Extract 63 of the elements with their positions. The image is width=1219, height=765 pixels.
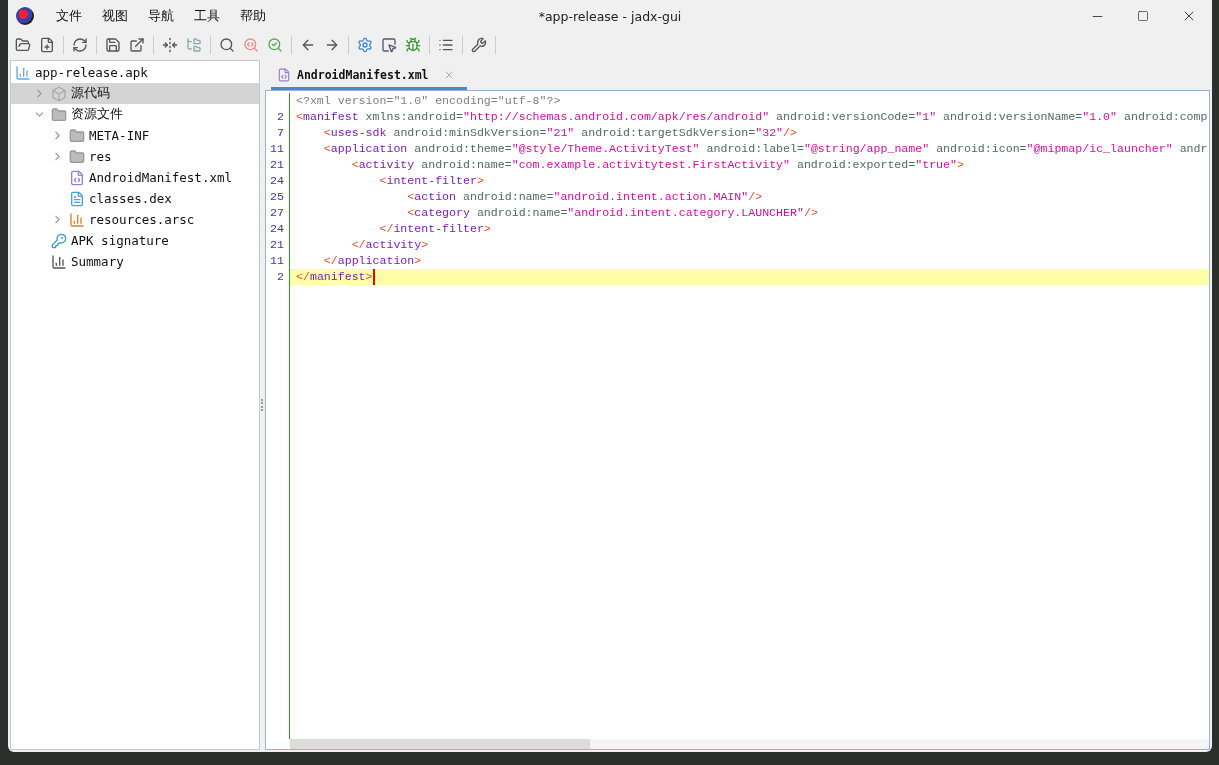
code-line: </intent-filter> bbox=[378, 221, 491, 237]
tree-row[interactable]: APK signature bbox=[11, 230, 259, 251]
code-line: </manifest> bbox=[296, 269, 373, 285]
tree-label: META-INF bbox=[89, 128, 150, 143]
menu-item[interactable]: 导航 bbox=[138, 7, 184, 25]
line-number: 24 bbox=[269, 173, 285, 189]
file-icon bbox=[69, 190, 85, 207]
line-number: 7 bbox=[276, 125, 285, 141]
maximize-icon[interactable] bbox=[1137, 10, 1149, 22]
code-line: <manifest xmlns:android="http://schemas.android.com/apk/res/android" android:versionCode="1" android:versionName="1.0" android:comp bbox=[296, 109, 1208, 125]
tree-row[interactable]: app-release.apk bbox=[11, 62, 259, 83]
tree-label: app-release.apk bbox=[35, 65, 148, 80]
app-logo bbox=[16, 7, 34, 25]
tree-label: 资源文件 bbox=[71, 106, 123, 123]
folder-icon bbox=[51, 106, 67, 123]
tree-label: APK signature bbox=[71, 233, 169, 248]
tree-label: AndroidManifest.xml bbox=[89, 170, 232, 185]
line-number: 27 bbox=[269, 205, 285, 221]
line-number: 21 bbox=[269, 237, 285, 253]
tree-row[interactable]: Summary bbox=[11, 251, 259, 272]
file-icon bbox=[69, 169, 85, 186]
tree-label: resources.arsc bbox=[89, 212, 195, 227]
tree-row[interactable]: resources.arsc bbox=[11, 209, 259, 230]
line-number: 24 bbox=[269, 221, 285, 237]
tree-row[interactable]: 源代码 bbox=[11, 83, 259, 104]
code-line: </application> bbox=[322, 253, 422, 269]
code-line: <?xml version="1.0" encoding="utf-8"?> bbox=[296, 93, 561, 109]
code-line: <category android:name="android.intent.category.LAUNCHER"/> bbox=[406, 205, 818, 221]
chart-icon bbox=[51, 253, 67, 270]
tree-row[interactable]: res bbox=[11, 146, 259, 167]
line-number: 11 bbox=[269, 141, 285, 157]
tree-label: Summary bbox=[71, 254, 124, 269]
window-title: *app-release - jadx-gui bbox=[538, 8, 682, 24]
menu-item[interactable]: 视图 bbox=[92, 7, 138, 25]
key-icon bbox=[51, 232, 67, 249]
code-line: <intent-filter> bbox=[378, 173, 484, 189]
line-number: 25 bbox=[269, 189, 285, 205]
menu-item[interactable]: 文件 bbox=[46, 7, 92, 25]
tree-label: res bbox=[89, 149, 112, 164]
line-number: 21 bbox=[269, 157, 285, 173]
code-line: <action android:name="android.intent.action.MAIN"/> bbox=[406, 189, 763, 205]
line-number: 2 bbox=[276, 269, 285, 285]
tree-label: classes.dex bbox=[89, 191, 172, 206]
file-icon bbox=[277, 67, 291, 82]
code-line: </activity> bbox=[350, 237, 429, 253]
tree-row[interactable]: META-INF bbox=[11, 125, 259, 146]
tree-row[interactable]: AndroidManifest.xml bbox=[11, 167, 259, 188]
folder-icon bbox=[69, 127, 85, 144]
chart-file-icon bbox=[69, 211, 85, 228]
tree-row[interactable]: 资源文件 bbox=[11, 104, 259, 125]
text-caret bbox=[372, 269, 375, 285]
line-number: 11 bbox=[269, 253, 285, 269]
menu-item[interactable]: 帮助 bbox=[230, 7, 276, 25]
tree-label: 源代码 bbox=[71, 85, 110, 102]
menu-item[interactable]: 工具 bbox=[184, 7, 230, 25]
code-line: <activity android:name="com.example.activitytest.FirstActivity" android:exported="true"> bbox=[350, 157, 964, 173]
line-number: 2 bbox=[276, 109, 285, 125]
code-line: <uses-sdk android:minSdkVersion="21" android:targetSdkVersion="32"/> bbox=[322, 125, 797, 141]
tree-row[interactable]: classes.dex bbox=[11, 188, 259, 209]
code-line: <application android:theme="@style/Theme.ActivityTest" android:label="@string/app_name" android:icon="@mipmap/ic_launcher" andr bbox=[322, 141, 1208, 157]
scrollbar-thumb[interactable] bbox=[290, 739, 590, 749]
folder-icon bbox=[69, 148, 85, 165]
cube-icon bbox=[51, 85, 67, 102]
